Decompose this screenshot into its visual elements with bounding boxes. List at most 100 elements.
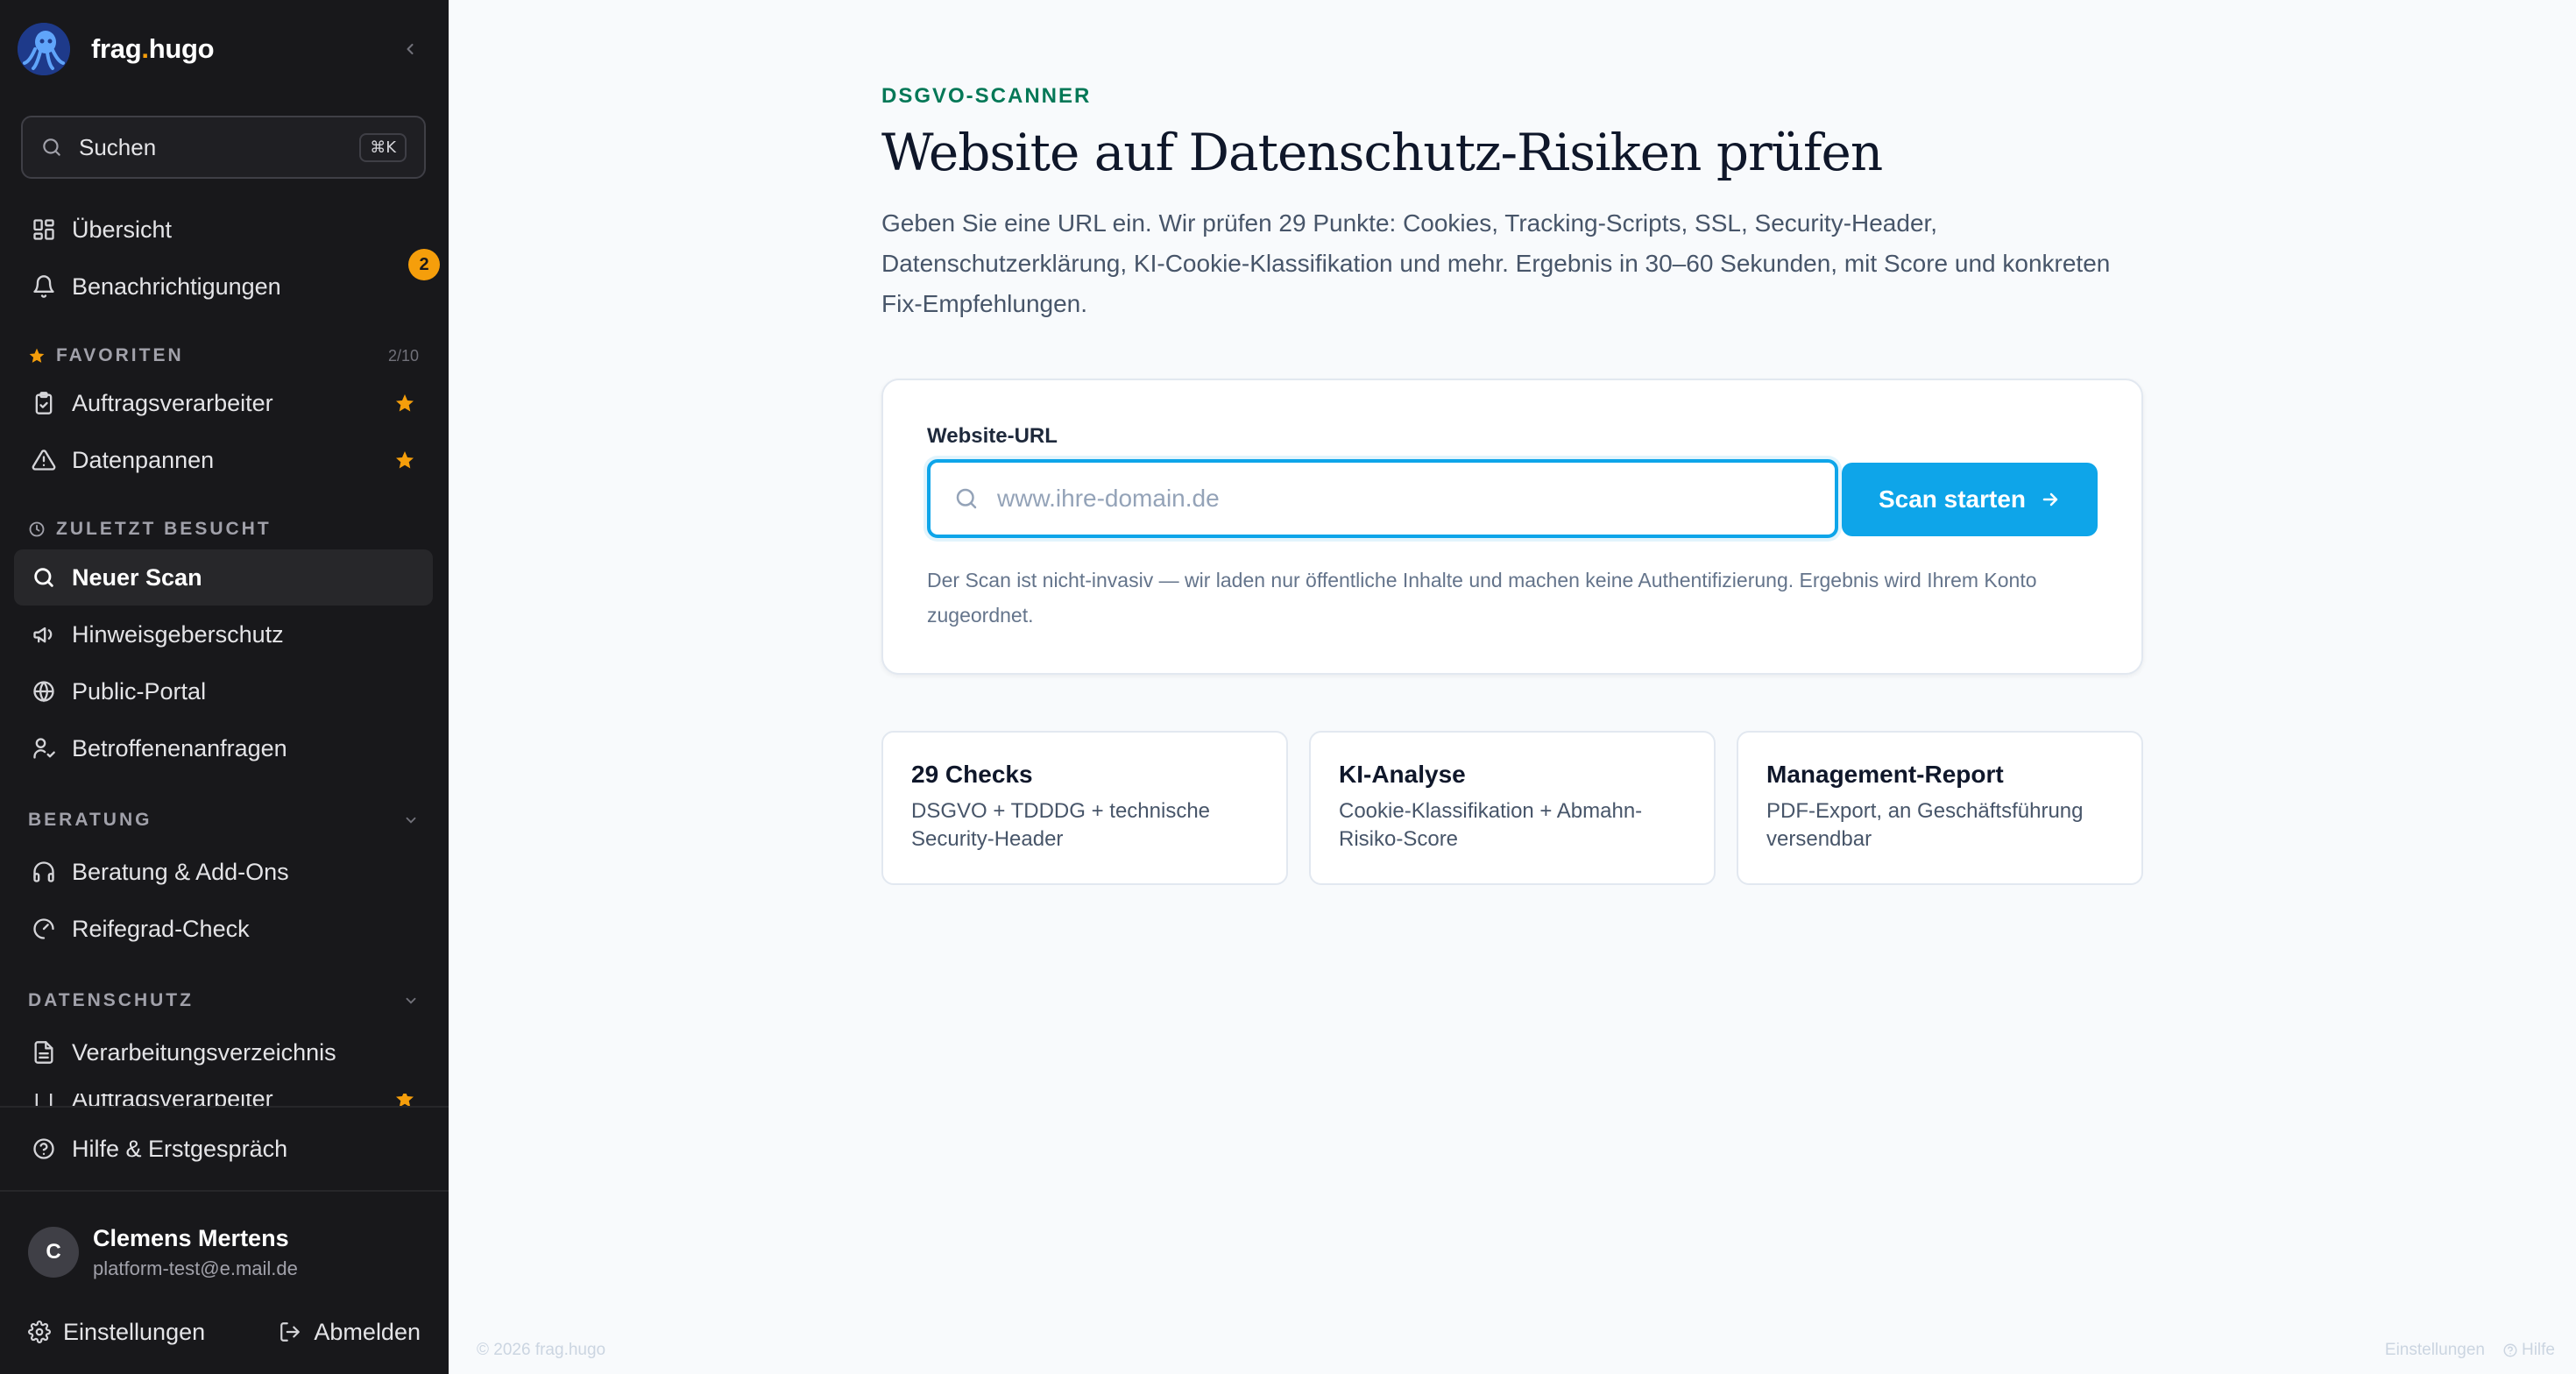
grid-icon <box>30 216 58 244</box>
clock-icon <box>28 520 47 539</box>
help-circle-icon <box>30 1135 58 1163</box>
nav-item-datenpannen-fav[interactable]: Datenpannen <box>14 432 433 488</box>
document-icon <box>30 1038 58 1066</box>
scan-button-label: Scan starten <box>1878 485 2027 513</box>
nav-item-processors[interactable]: Auftragsverarbeiter <box>14 1094 433 1106</box>
nav-item-label: Übersicht <box>72 216 173 243</box>
feature-card-checks: 29 Checks DSGVO + TDDDG + technische Sec… <box>881 731 1288 885</box>
star-icon[interactable] <box>394 450 415 471</box>
user-profile[interactable]: C Clemens Mertens platform-test@e.mail.d… <box>28 1222 431 1283</box>
nav-item-label: Auftragsverarbeiter <box>72 389 273 416</box>
nav-item-label: Hilfe & Erstgespräch <box>72 1135 288 1162</box>
nav-item-label: Hinweisgeberschutz <box>72 620 284 648</box>
logout-link[interactable]: Abmelden <box>279 1319 421 1346</box>
collapse-sidebar-button[interactable] <box>396 35 424 63</box>
settings-link[interactable]: Einstellungen <box>28 1319 205 1346</box>
feature-title: KI-Analyse <box>1339 761 1466 788</box>
feature-text: Cookie-Klassifikation + Abmahn-Risiko-Sc… <box>1339 799 1643 851</box>
nav-item-notifications[interactable]: Benachrichtigungen <box>14 259 433 315</box>
sidebar-scroll-clip: Auftragsverarbeiter <box>0 1094 449 1106</box>
page-eyebrow: DSGVO-SCANNER <box>881 84 1092 108</box>
nav-item-label: Benachrichtigungen <box>72 273 281 300</box>
nav-item-data-subject-requests[interactable]: Betroffenenanfragen <box>14 720 433 776</box>
user-name: Clemens Mertens <box>93 1224 289 1251</box>
user-check-icon <box>30 734 58 762</box>
section-beratung[interactable]: BERATUNG <box>28 807 419 833</box>
nav-item-label: Auftragsverarbeiter <box>72 1094 273 1106</box>
sidebar-search[interactable]: Suchen ⌘K <box>21 116 426 179</box>
search-label: Suchen <box>79 133 157 160</box>
nav-item-whistleblower[interactable]: Hinweisgeberschutz <box>14 606 433 662</box>
chevron-down-icon <box>406 997 416 1004</box>
divider <box>0 1190 449 1192</box>
notification-count-badge: 2 <box>408 249 440 280</box>
nav-item-processing-register[interactable]: Verarbeitungsverzeichnis <box>14 1024 433 1080</box>
octopus-logo-icon <box>18 23 70 75</box>
nav-item-label: Reifegrad-Check <box>72 915 250 942</box>
warning-triangle-icon <box>30 446 58 474</box>
star-icon <box>28 346 47 365</box>
user-email: platform-test@e.mail.de <box>93 1257 298 1279</box>
footer-help-label: Hilfe <box>2521 1341 2555 1359</box>
chevron-down-icon <box>406 817 416 824</box>
section-datenschutz[interactable]: DATENSCHUTZ <box>28 988 419 1014</box>
gauge-icon <box>30 915 58 943</box>
footer-help-link[interactable]: Hilfe <box>2502 1341 2555 1360</box>
arrow-right-icon <box>2040 489 2061 510</box>
search-shortcut: ⌘K <box>359 132 407 162</box>
favorites-count: 2/10 <box>387 346 419 365</box>
page-title: Website auf Datenschutz-Risiken prüfen <box>881 123 1883 182</box>
logout-label: Abmelden <box>314 1318 421 1345</box>
headphones-icon <box>30 858 58 886</box>
divider <box>0 1106 449 1108</box>
url-input-wrapper[interactable] <box>927 459 1838 538</box>
section-heading: BERATUNG <box>28 810 152 830</box>
scan-form-card: Website-URL Scan starten Der Scan ist ni… <box>881 379 2143 675</box>
footer-settings-link[interactable]: Einstellungen <box>2385 1341 2485 1360</box>
sidebar: frag.hugo Suchen ⌘K Übersicht Benachrich… <box>0 0 449 1374</box>
settings-label: Einstellungen <box>63 1318 206 1345</box>
feature-title: 29 Checks <box>911 761 1033 788</box>
bell-icon <box>30 273 58 301</box>
help-circle-icon <box>2503 1343 2517 1357</box>
nav-item-label: Verarbeitungsverzeichnis <box>72 1038 336 1066</box>
nav-item-overview[interactable]: Übersicht <box>14 202 433 258</box>
megaphone-icon <box>30 620 58 648</box>
clipboard-check-icon <box>30 1094 58 1106</box>
nav-item-help[interactable]: Hilfe & Erstgespräch <box>14 1121 433 1177</box>
nav-item-auftragsverarbeiter-fav[interactable]: Auftragsverarbeiter <box>14 375 433 431</box>
feature-text: DSGVO + TDDDG + technische Security-Head… <box>911 799 1211 851</box>
page-footer-links: Einstellungen Hilfe <box>2385 1341 2555 1360</box>
gear-icon <box>28 1321 51 1343</box>
copyright: © 2026 frag.hugo <box>477 1341 606 1359</box>
search-icon <box>956 488 977 509</box>
search-icon <box>43 138 60 156</box>
star-icon[interactable] <box>394 393 415 414</box>
clipboard-check-icon <box>30 389 58 417</box>
nav-item-label: Neuer Scan <box>72 563 202 591</box>
nav-item-label: Public-Portal <box>72 677 207 705</box>
section-recent: ZULETZT BESUCHT <box>28 516 419 542</box>
feature-card-ai: KI-Analyse Cookie-Klassifikation + Abmah… <box>1309 731 1716 885</box>
nav-item-public-portal[interactable]: Public-Portal <box>14 663 433 719</box>
nav-item-consulting-addons[interactable]: Beratung & Add-Ons <box>14 844 433 900</box>
url-input[interactable] <box>997 485 1821 513</box>
nav-item-new-scan[interactable]: Neuer Scan <box>14 549 433 606</box>
section-favorites: FAVORITEN 2/10 <box>28 343 419 369</box>
scan-start-button[interactable]: Scan starten <box>1842 463 2098 536</box>
nav-item-label: Beratung & Add-Ons <box>72 858 289 885</box>
section-heading: ZULETZT BESUCHT <box>56 519 272 539</box>
nav-item-label: Betroffenenanfragen <box>72 734 287 761</box>
page-description: Geben Sie eine URL ein. Wir prüfen 29 Pu… <box>881 209 2111 317</box>
scan-hint: Der Scan ist nicht-invasiv — wir laden n… <box>927 569 2037 627</box>
star-icon[interactable] <box>394 1094 415 1106</box>
main-content: DSGVO-SCANNER Website auf Datenschutz-Ri… <box>449 0 2576 1374</box>
sidebar-footer: Einstellungen Abmelden <box>28 1306 421 1358</box>
avatar: C <box>28 1227 79 1278</box>
brand[interactable]: frag.hugo <box>18 18 431 81</box>
nav-item-maturity-check[interactable]: Reifegrad-Check <box>14 901 433 957</box>
feature-card-report: Management-Report PDF-Export, an Geschäf… <box>1737 731 2143 885</box>
globe-icon <box>30 677 58 705</box>
nav-item-label: Datenpannen <box>72 446 215 473</box>
search-icon <box>30 563 58 591</box>
